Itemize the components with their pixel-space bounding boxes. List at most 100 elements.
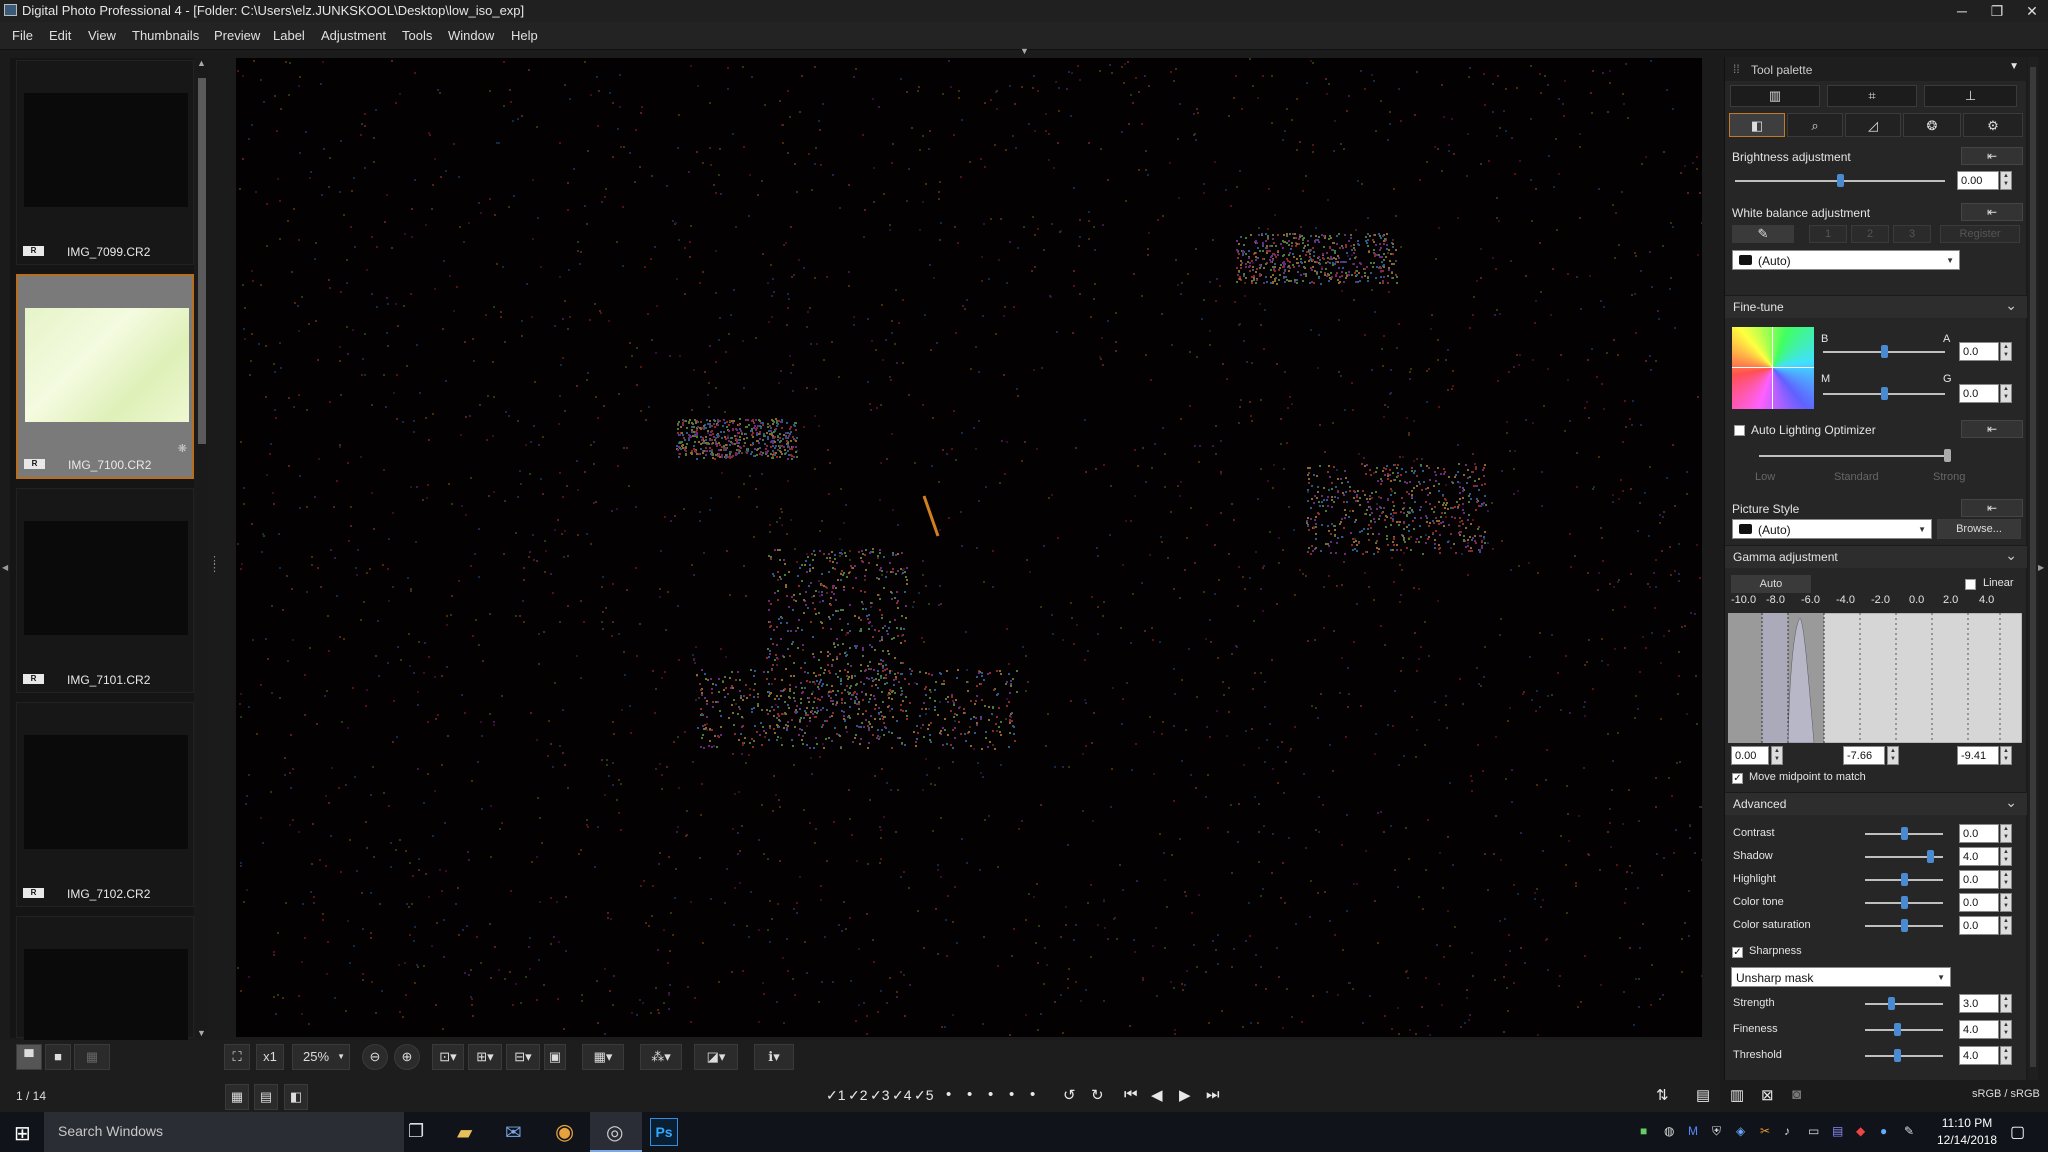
sharpness-checkbox[interactable]: ✓: [1732, 947, 1743, 958]
zoom-1x-button[interactable]: x1: [256, 1044, 284, 1070]
contrast-input[interactable]: 0.0: [1959, 824, 1999, 843]
tray-shield-icon[interactable]: ⛨: [1712, 1124, 1721, 1139]
mg-slider-knob[interactable]: [1881, 387, 1888, 400]
gamma-black-spinner[interactable]: ▲ ▼: [1771, 746, 1783, 765]
menu-window[interactable]: Window: [448, 28, 494, 43]
threshold-slider[interactable]: [1865, 1055, 1943, 1057]
tool-palette-header[interactable]: ⁞⁞ Tool palette ▼: [1725, 57, 2027, 81]
tray-security-icon[interactable]: ◆: [1856, 1124, 1865, 1138]
brightness-reset-button[interactable]: ⇤: [1961, 147, 2023, 165]
dpp-taskbar-button[interactable]: ◎: [590, 1112, 642, 1152]
batch-tool-button[interactable]: ▥: [1730, 85, 1820, 107]
expand-left-icon[interactable]: ◀: [2, 563, 8, 572]
rating-star-5[interactable]: •: [1030, 1086, 1035, 1103]
histogram-icon[interactable]: ▥: [1730, 1086, 1744, 1104]
restore-button[interactable]: ❐: [1983, 0, 2011, 22]
picture-style-select[interactable]: (Auto) ▼: [1732, 519, 1932, 539]
task-view-icon[interactable]: ❐: [408, 1121, 424, 1142]
zoom-out-button[interactable]: ⊖: [362, 1044, 388, 1070]
fineness-spinner[interactable]: ▲ ▼: [2000, 1020, 2012, 1039]
tab-settings[interactable]: ⚙: [1963, 113, 2023, 137]
ba-slider-knob[interactable]: [1881, 345, 1888, 358]
menu-tools[interactable]: Tools: [402, 28, 432, 43]
rating-star-4[interactable]: •: [1009, 1086, 1014, 1103]
highlight-slider-knob[interactable]: [1901, 873, 1908, 886]
thumbnail-item[interactable]: R IMG_7101.CR2: [16, 488, 194, 693]
menu-thumbnails[interactable]: Thumbnails: [132, 28, 199, 43]
taskbar-search[interactable]: Search Windows: [44, 1112, 404, 1152]
thumbnail-item-selected[interactable]: R IMG_7100.CR2 ❋: [16, 274, 194, 479]
ba-spinner[interactable]: ▲ ▼: [2000, 342, 2012, 361]
check-mark-3[interactable]: ✓3: [870, 1087, 890, 1104]
chrome-icon[interactable]: ◉: [555, 1119, 574, 1145]
wb-preset-2-button[interactable]: 2: [1851, 225, 1889, 243]
strength-slider[interactable]: [1865, 1003, 1943, 1005]
scroll-up-icon[interactable]: ▲: [197, 58, 206, 68]
highlight-warning-button[interactable]: ◪▾: [694, 1044, 738, 1070]
volume-icon[interactable]: ♪: [1784, 1124, 1790, 1138]
gamma-white-spinner[interactable]: ▲ ▼: [2000, 746, 2012, 765]
menu-adjustment[interactable]: Adjustment: [321, 28, 386, 43]
view-list-button[interactable]: ▤: [254, 1084, 278, 1110]
fineness-slider-knob[interactable]: [1894, 1023, 1901, 1036]
scrollbar-thumb[interactable]: [2030, 67, 2036, 1067]
thumbnail-item[interactable]: R IMG_7102.CR2: [16, 702, 194, 907]
highlight-spinner[interactable]: ▲ ▼: [2000, 870, 2012, 889]
contrast-slider-knob[interactable]: [1901, 827, 1908, 840]
mg-spinner[interactable]: ▲ ▼: [2000, 384, 2012, 403]
menu-edit[interactable]: Edit: [49, 28, 71, 43]
rotate-right-icon[interactable]: ↻: [1091, 1086, 1104, 1104]
scrollbar-thumb[interactable]: [198, 78, 206, 444]
outlook-icon[interactable]: ✉: [505, 1120, 522, 1145]
thumbnail-item[interactable]: [16, 916, 194, 1063]
fineness-input[interactable]: 4.0: [1959, 1020, 1999, 1039]
crop-tool-button[interactable]: ⌗: [1827, 85, 1917, 107]
eyedropper-button[interactable]: ✎: [1732, 225, 1794, 243]
first-image-icon[interactable]: ⏮: [1124, 1086, 1138, 1103]
tab-detail[interactable]: ⌕: [1787, 113, 1843, 137]
close-button[interactable]: ✕: [2018, 0, 2046, 22]
thumbnail-size-small-button[interactable]: ▀: [16, 1044, 42, 1070]
clock-time[interactable]: 11:10 PM: [1938, 1116, 1996, 1130]
shadow-spinner[interactable]: ▲ ▼: [2000, 847, 2012, 866]
tray-monitor-icon[interactable]: ▭: [1808, 1124, 1819, 1138]
browse-button[interactable]: Browse...: [1937, 519, 2021, 539]
alo-reset-button[interactable]: ⇤: [1961, 420, 2023, 438]
windows-start-icon[interactable]: ⊞: [14, 1121, 31, 1146]
check-mark-4[interactable]: ✓4: [892, 1087, 912, 1104]
fineness-slider[interactable]: [1865, 1029, 1943, 1031]
alo-slider[interactable]: [1759, 455, 1949, 457]
wb-register-button[interactable]: Register: [1940, 225, 2020, 243]
check-mark-5[interactable]: ✓5: [914, 1087, 934, 1104]
notification-center-icon[interactable]: ▢: [2010, 1122, 2025, 1142]
clock-date[interactable]: 12/14/2018: [1934, 1133, 2000, 1147]
threshold-input[interactable]: 4.0: [1959, 1046, 1999, 1065]
menu-help[interactable]: Help: [511, 28, 538, 43]
tray-tool-icon[interactable]: ✂: [1760, 1124, 1770, 1138]
white-balance-select[interactable]: (Auto) ▼: [1732, 250, 1960, 270]
crop-ratio-button[interactable]: ⊡▾: [432, 1044, 464, 1070]
strength-input[interactable]: 3.0: [1959, 994, 1999, 1013]
tray-network-icon[interactable]: ◈: [1736, 1124, 1745, 1138]
gamma-black-input[interactable]: 0.00: [1731, 746, 1769, 765]
strength-spinner[interactable]: ▲ ▼: [2000, 994, 2012, 1013]
compare-button[interactable]: ⊞▾: [468, 1044, 502, 1070]
sort-icon[interactable]: ⇅: [1656, 1086, 1669, 1104]
tray-info-icon[interactable]: ●: [1880, 1124, 1887, 1138]
color-tone-slider-knob[interactable]: [1901, 896, 1908, 909]
navigator-icon[interactable]: ⊠: [1761, 1086, 1774, 1104]
check-mark-1[interactable]: ✓1: [826, 1087, 846, 1104]
zoom-dropdown[interactable]: 25% ▼: [292, 1044, 350, 1070]
check-mark-2[interactable]: ✓2: [848, 1087, 868, 1104]
contrast-spinner[interactable]: ▲ ▼: [2000, 824, 2012, 843]
move-midpoint-checkbox[interactable]: ✓: [1732, 773, 1743, 784]
palette-icon[interactable]: ▤: [1696, 1086, 1710, 1104]
wb-preset-3-button[interactable]: 3: [1893, 225, 1931, 243]
tab-color[interactable]: ❂: [1903, 113, 1961, 137]
strength-slider-knob[interactable]: [1888, 997, 1895, 1010]
info-button[interactable]: ℹ▾: [754, 1044, 794, 1070]
fine-tune-color-grid[interactable]: [1732, 327, 1814, 409]
scroll-down-icon[interactable]: ▼: [197, 1028, 206, 1038]
expand-right-icon[interactable]: ▶: [2038, 563, 2044, 572]
menu-preview[interactable]: Preview: [214, 28, 260, 43]
